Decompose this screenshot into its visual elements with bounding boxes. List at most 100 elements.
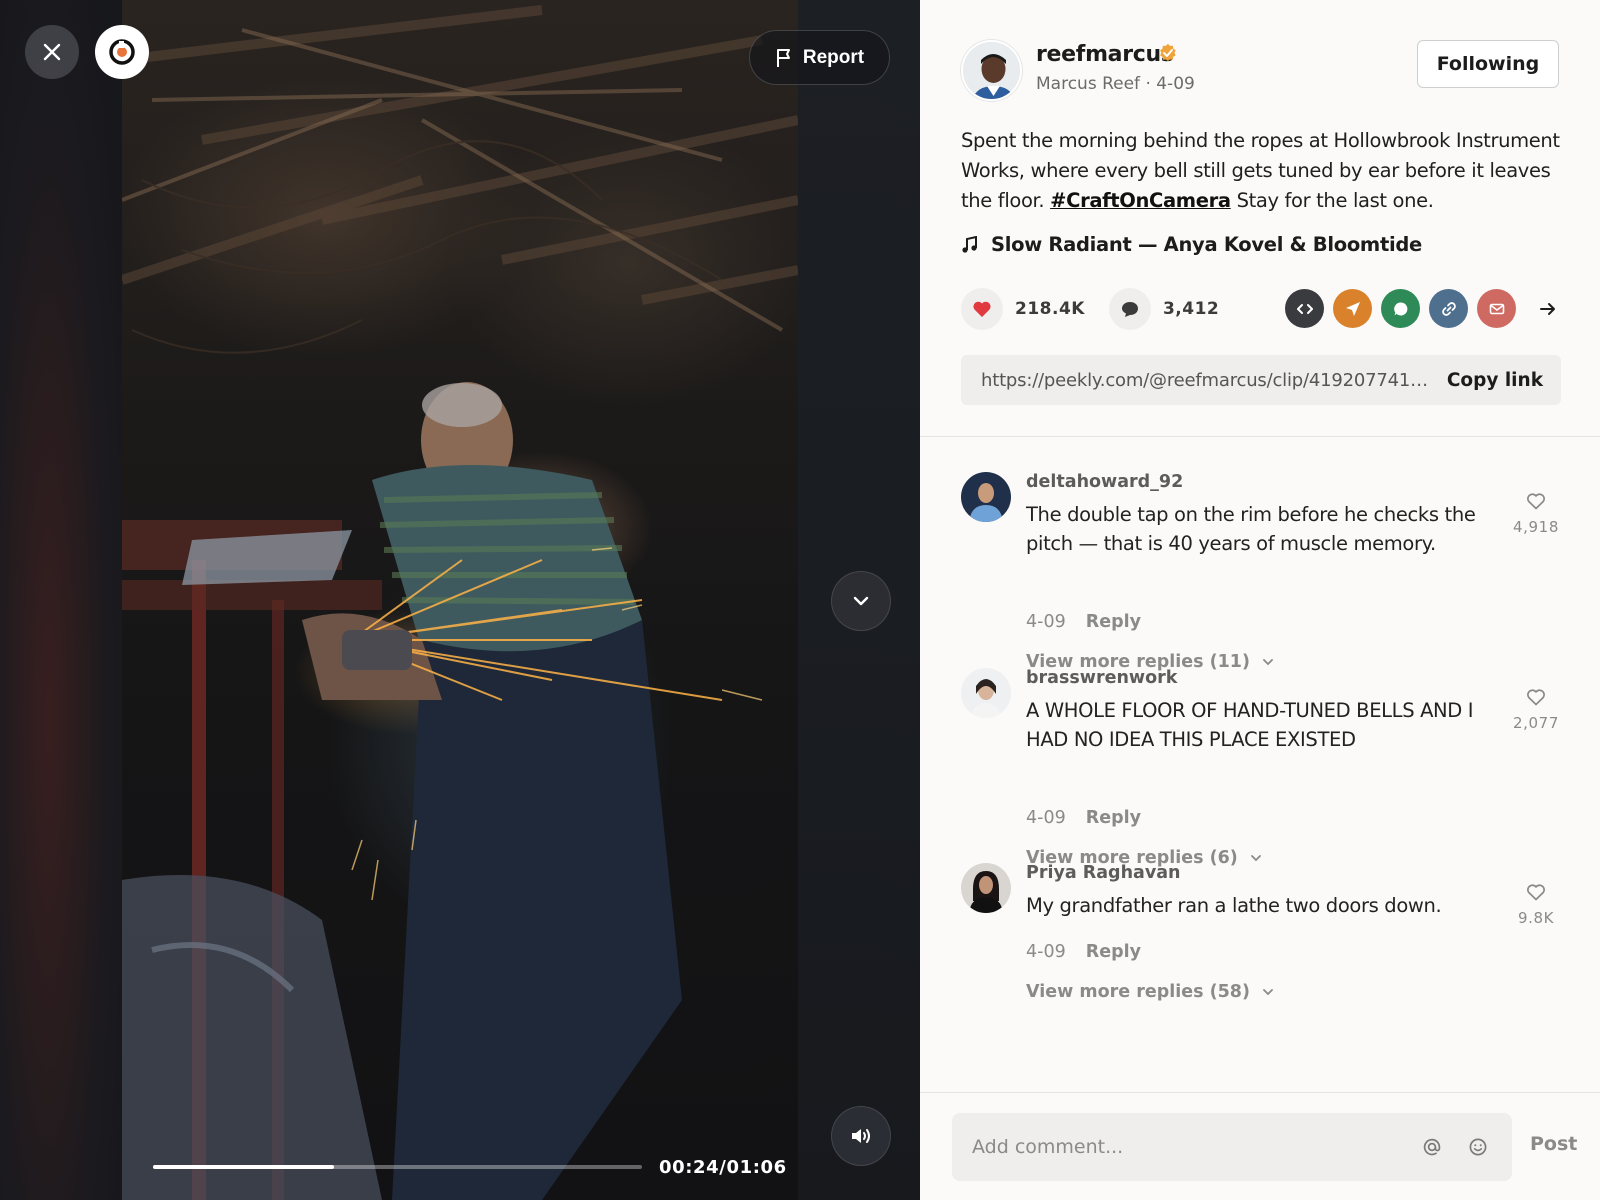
comment-username[interactable]: brasswrenwork — [1026, 668, 1177, 688]
comment-meta: 4-09 Reply — [1026, 942, 1141, 962]
share-mail-button[interactable] — [1477, 289, 1516, 328]
details-panel: reefmarcus Marcus Reef · 4-09 Following … — [920, 0, 1600, 1200]
peekly-logo-icon — [109, 39, 135, 65]
comment-input[interactable] — [952, 1136, 1420, 1158]
comment-like[interactable]: 2,077 — [1511, 688, 1561, 732]
emoji-icon — [1469, 1138, 1487, 1156]
comment-item: brasswrenwork A WHOLE FLOOR OF HAND-TUNE… — [961, 668, 1561, 868]
comment-button[interactable] — [1108, 288, 1151, 330]
following-button[interactable]: Following — [1417, 40, 1559, 88]
comment-bubble-icon — [1121, 302, 1138, 317]
reply-button[interactable]: Reply — [1086, 612, 1141, 632]
video-frame — [122, 5, 798, 1200]
mail-icon — [1489, 303, 1504, 314]
report-label: Report — [802, 46, 865, 68]
comment-item: deltahoward_92 The double tap on the rim… — [961, 472, 1561, 672]
post-header: reefmarcus Marcus Reef · 4-09 Following … — [920, 0, 1600, 437]
commenter-avatar[interactable] — [961, 472, 1011, 522]
hashtag-link[interactable]: #CraftOnCamera — [1050, 189, 1231, 212]
verified-badge-icon — [1160, 43, 1176, 61]
whatsapp-icon — [1393, 301, 1407, 315]
brand-logo-button[interactable] — [95, 25, 149, 79]
commenter-avatar[interactable] — [961, 668, 1011, 718]
share-whatsapp-button[interactable] — [1381, 289, 1420, 328]
report-button[interactable]: Report — [749, 30, 890, 85]
send-icon — [1345, 301, 1360, 316]
commenter-avatar[interactable] — [961, 863, 1011, 913]
share-more-button[interactable] — [1528, 289, 1567, 328]
comments-list[interactable]: deltahoward_92 The double tap on the rim… — [920, 437, 1600, 1092]
volume-button[interactable] — [831, 1106, 891, 1166]
comment-date: 4-09 — [1026, 942, 1066, 962]
comment-text: My grandfather ran a lathe two doors dow… — [1026, 894, 1442, 917]
view-more-replies-label: View more replies (58) — [1026, 982, 1250, 1002]
share-embed-button[interactable] — [1285, 289, 1324, 328]
comment-item: Priya Raghavan My grandfather ran a lath… — [961, 863, 1561, 1023]
copy-link-button[interactable]: Copy link — [1431, 370, 1561, 391]
next-video-button[interactable] — [831, 571, 891, 631]
comment-like[interactable]: 9.8K — [1511, 883, 1561, 927]
music-note-icon — [962, 235, 977, 253]
close-button[interactable] — [25, 25, 79, 79]
music-track-label: Slow Radiant — Anya Kovel & Bloomtide — [991, 233, 1422, 256]
engagement-stats: 218.4K 3,412 — [961, 288, 1243, 330]
comment-date: 4-09 — [1026, 612, 1066, 632]
like-stat[interactable]: 218.4K — [961, 288, 1085, 330]
reply-button[interactable]: Reply — [1086, 942, 1141, 962]
comment-meta: 4-09 Reply — [1026, 808, 1141, 828]
chevron-down-icon — [1263, 989, 1273, 996]
heart-outline-icon — [1527, 884, 1545, 901]
comment-like-count: 9.8K — [1517, 909, 1555, 927]
at-sign-icon — [1423, 1138, 1441, 1156]
comment-username[interactable]: Priya Raghavan — [1026, 863, 1181, 883]
author-avatar-image — [963, 42, 1020, 99]
caption-text-end: Stay for the last one. — [1230, 189, 1434, 212]
volume-icon — [852, 1129, 870, 1143]
video-backdrop-left — [0, 0, 122, 1200]
comment-username[interactable]: deltahoward_92 — [1026, 472, 1183, 492]
commenter-avatar-image — [961, 863, 1011, 913]
video-time: 00:24/01:06 — [659, 1157, 787, 1178]
comment-like[interactable]: 4,918 — [1511, 492, 1561, 536]
post-comment-button[interactable]: Post — [1530, 1133, 1577, 1155]
mention-button[interactable] — [1420, 1135, 1444, 1159]
video-progress-bar[interactable] — [153, 1165, 642, 1169]
commenter-avatar-image — [961, 668, 1011, 718]
comment-composer: Post — [920, 1092, 1600, 1200]
comment-like-count: 4,918 — [1513, 518, 1559, 536]
emoji-button[interactable] — [1466, 1135, 1490, 1159]
comment-meta: 4-09 Reply — [1026, 612, 1141, 632]
share-options — [1285, 289, 1567, 328]
share-link-url[interactable]: https://peekly.com/@reefmarcus/clip/4192… — [961, 370, 1431, 391]
comment-count: 3,412 — [1162, 299, 1220, 319]
author-username[interactable]: reefmarcus — [1036, 42, 1174, 67]
author-avatar[interactable] — [961, 40, 1022, 101]
chevron-down-icon — [1263, 659, 1273, 666]
reply-button[interactable]: Reply — [1086, 808, 1141, 828]
comment-like-count: 2,077 — [1513, 714, 1559, 732]
comment-stat[interactable]: 3,412 — [1108, 288, 1220, 330]
flag-icon — [776, 48, 790, 67]
comment-date: 4-09 — [1026, 808, 1066, 828]
heart-outline-icon — [1527, 493, 1545, 510]
arrow-right-icon — [1539, 302, 1555, 315]
heart-outline-icon — [1527, 689, 1545, 706]
comment-input-wrapper — [952, 1113, 1512, 1181]
post-caption: Spent the morning behind the ropes at Ho… — [961, 126, 1561, 216]
embed-icon — [1296, 303, 1313, 314]
video-progress-fill — [153, 1165, 334, 1169]
like-button[interactable] — [961, 288, 1003, 330]
commenter-avatar-image — [961, 472, 1011, 522]
view-more-replies[interactable]: View more replies (58) — [1026, 982, 1274, 1002]
heart-filled-icon — [973, 301, 991, 317]
chevron-down-icon — [1250, 855, 1261, 862]
comment-text: A WHOLE FLOOR OF HAND-TUNED BELLS AND I … — [1026, 699, 1474, 751]
share-send-button[interactable] — [1333, 289, 1372, 328]
link-icon — [1441, 301, 1456, 316]
video-player[interactable] — [122, 0, 798, 1200]
music-track[interactable]: Slow Radiant — Anya Kovel & Bloomtide — [961, 233, 1422, 256]
author-meta: Marcus Reef · 4-09 — [1036, 74, 1195, 94]
share-link-button[interactable] — [1429, 289, 1468, 328]
chevron-down-icon — [853, 596, 869, 606]
comment-text: The double tap on the rim before he chec… — [1026, 503, 1476, 555]
